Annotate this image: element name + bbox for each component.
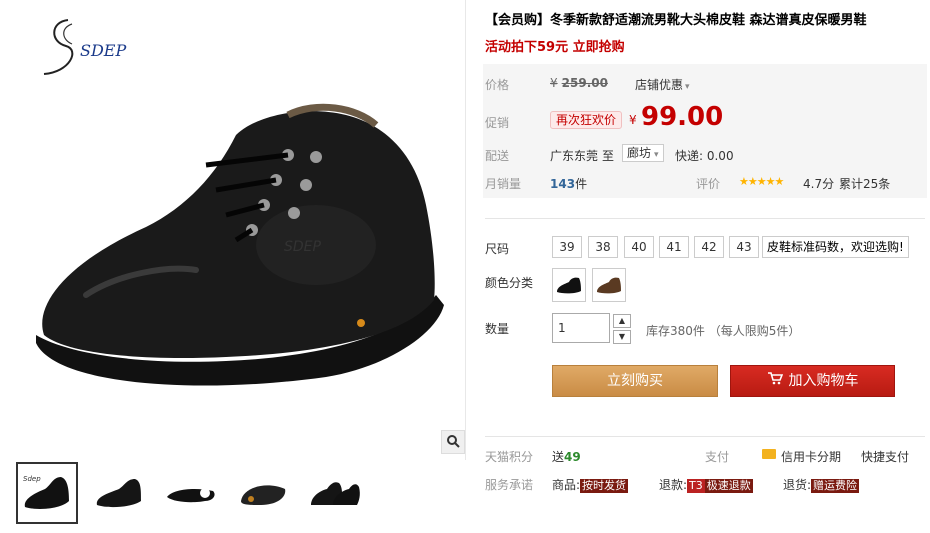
thumbnail-strip: Sdep xyxy=(8,462,466,530)
buy-now-button[interactable]: 立刻购买 xyxy=(552,365,718,397)
points-value: 送49 xyxy=(552,450,581,464)
chevron-up-icon: ▲ xyxy=(618,316,626,325)
thumbnail-3[interactable] xyxy=(160,462,222,524)
magnifier-icon xyxy=(446,434,460,451)
product-title: 【会员购】冬季新款舒适潮流男靴大头棉皮鞋 森达谱真皮保暖男鞋 xyxy=(485,13,867,28)
svg-text:SDEP: SDEP xyxy=(284,239,322,255)
review-count-link[interactable]: 累计25条 xyxy=(839,175,890,192)
product-main-image: SDEP xyxy=(26,95,456,395)
credit-card-icon xyxy=(762,449,776,459)
service-return: 退货: 赠运费险 xyxy=(783,478,860,493)
color-option-black[interactable] xyxy=(552,268,586,302)
product-info: 【会员购】冬季新款舒适潮流男靴大头棉皮鞋 森达谱真皮保暖男鞋 活动拍下59元 立… xyxy=(483,0,927,533)
size-option-38[interactable]: 38 xyxy=(588,236,618,258)
add-to-cart-label: 加入购物车 xyxy=(788,373,859,389)
service-refund: 退款: T3 极速退款 xyxy=(659,478,753,493)
price-label: 价格 xyxy=(485,78,510,92)
thumbnail-4[interactable] xyxy=(232,462,294,524)
current-price-currency: ¥ xyxy=(629,113,637,127)
divider xyxy=(485,436,925,437)
size-label: 尺码 xyxy=(485,242,510,256)
points-label: 天猫积分 xyxy=(485,450,534,464)
service-goods: 商品: 按时发货 xyxy=(552,478,629,493)
monthly-sales: 143件 xyxy=(550,177,588,191)
brand-logo: SDEP xyxy=(30,12,140,82)
chevron-down-icon: ▾ xyxy=(685,82,690,92)
chevron-down-icon: ▾ xyxy=(654,150,659,160)
product-gallery: SDEP SDEP xyxy=(8,0,466,460)
size-option-40[interactable]: 40 xyxy=(624,236,654,258)
color-option-brown[interactable] xyxy=(592,268,626,302)
size-note[interactable]: 皮鞋标准码数，欢迎选购! xyxy=(762,236,909,258)
add-to-cart-button[interactable]: 加入购物车 xyxy=(730,365,895,397)
thumbnail-1[interactable]: Sdep xyxy=(16,462,78,524)
cart-icon xyxy=(767,366,783,396)
size-option-43[interactable]: 43 xyxy=(729,236,759,258)
promo-badge: 再次狂欢价 xyxy=(550,111,623,129)
size-option-39[interactable]: 39 xyxy=(552,236,582,258)
color-label: 颜色分类 xyxy=(485,276,534,290)
quantity-increase[interactable]: ▲ xyxy=(613,314,631,328)
brand-logo-text: SDEP xyxy=(80,41,126,60)
promo-text[interactable]: 活动拍下59元 立即抢购 xyxy=(485,36,625,55)
rating-label: 评价 xyxy=(696,177,721,191)
sales-label: 月销量 xyxy=(485,177,522,191)
shipping-label: 配送 xyxy=(485,149,510,163)
original-price: ¥259.00 xyxy=(550,76,608,90)
credit-installment[interactable]: 信用卡分期 xyxy=(781,448,841,465)
quantity-input[interactable] xyxy=(552,313,610,343)
rating-value: 4.7分 xyxy=(803,177,835,191)
ship-from: 广东东莞 xyxy=(550,149,599,163)
size-option-42[interactable]: 42 xyxy=(694,236,724,258)
quick-pay[interactable]: 快捷支付 xyxy=(861,448,909,465)
quantity-label: 数量 xyxy=(485,322,510,336)
service-label: 服务承诺 xyxy=(485,478,534,492)
divider xyxy=(485,218,925,219)
rating-stars: ★★★★★ xyxy=(739,175,784,188)
city-select[interactable]: 廊坊 ▾ xyxy=(622,144,664,162)
thumbnail-2[interactable] xyxy=(88,462,150,524)
current-price: 99.00 xyxy=(641,102,724,132)
promo-label: 促销 xyxy=(485,116,510,130)
stock-info: 库存380件 （每人限购5件） xyxy=(646,324,801,338)
shipping-fee: 快递: 0.00 xyxy=(675,149,734,163)
payment-label: 支付 xyxy=(705,450,730,464)
quantity-decrease[interactable]: ▼ xyxy=(613,330,631,344)
size-option-41[interactable]: 41 xyxy=(659,236,689,258)
zoom-button[interactable] xyxy=(441,430,465,454)
thumbnail-5[interactable] xyxy=(304,462,366,524)
shop-promo-dropdown[interactable]: 店铺优惠 ▾ xyxy=(635,76,690,93)
ship-to-word: 至 xyxy=(602,149,615,163)
chevron-down-icon: ▼ xyxy=(618,332,626,341)
price-panel: 价格 ¥259.00 店铺优惠 ▾ 促销 再次狂欢价 ¥ 99.00 配送 广东东… xyxy=(483,64,927,198)
svg-text:Sdep: Sdep xyxy=(23,475,41,483)
